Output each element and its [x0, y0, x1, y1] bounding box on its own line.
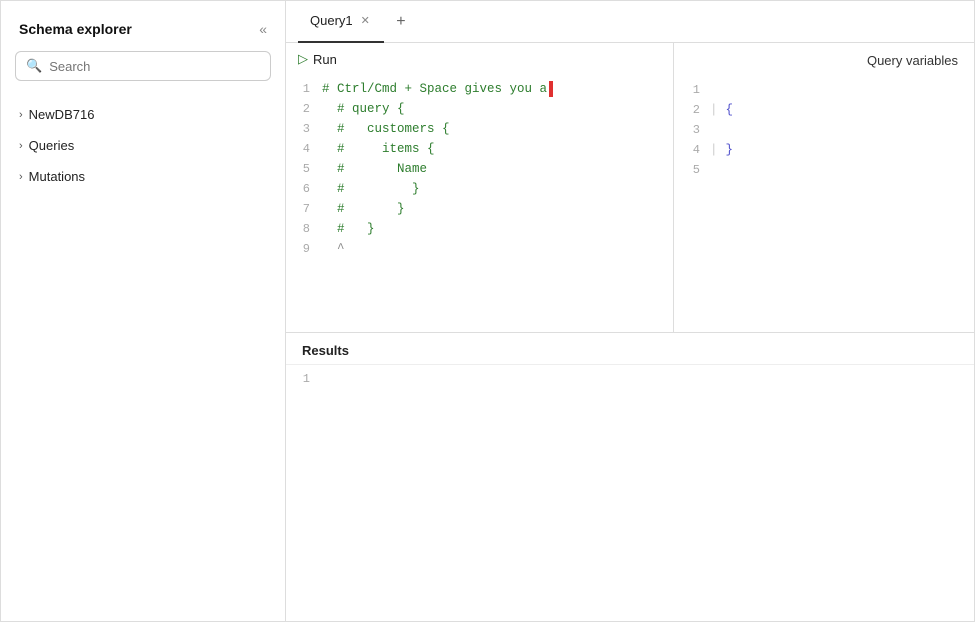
search-icon: 🔍: [26, 58, 42, 74]
line-content: ^: [322, 239, 673, 259]
search-box: 🔍: [15, 51, 271, 81]
qv-line-number: 3: [674, 120, 710, 140]
result-line-number: 1: [286, 369, 322, 389]
sidebar: Schema explorer « 🔍 › NewDB716 › Queries…: [1, 1, 286, 621]
sidebar-item-queries[interactable]: › Queries: [1, 130, 285, 161]
tabs-bar: Query1 ✕ +: [286, 1, 974, 43]
line-number: 7: [286, 199, 322, 219]
line-number: 3: [286, 119, 322, 139]
line-content: # customers {: [322, 119, 673, 139]
run-button[interactable]: ▷ Run: [298, 51, 337, 67]
chevron-right-icon: ›: [19, 140, 23, 152]
code-line: 5 # Name: [286, 159, 673, 179]
line-content: # query {: [322, 99, 673, 119]
results-title: Results: [286, 333, 974, 365]
tab-add-button[interactable]: +: [388, 9, 414, 35]
sidebar-item-label-newdb716: NewDB716: [29, 107, 95, 122]
sidebar-item-newdb716[interactable]: › NewDB716: [1, 99, 285, 130]
sidebar-title: Schema explorer: [19, 21, 132, 37]
line-content: # }: [322, 179, 673, 199]
sidebar-nav: › NewDB716 › Queries › Mutations: [1, 95, 285, 621]
code-editor[interactable]: 1# Ctrl/Cmd + Space gives you a2 # query…: [286, 75, 673, 332]
run-bar: ▷ Run: [286, 43, 673, 75]
line-number: 4: [286, 139, 322, 159]
line-content: # }: [322, 199, 673, 219]
code-line: 2 # query {: [286, 99, 673, 119]
qv-line-number: 2: [674, 100, 710, 120]
qv-content: }: [726, 140, 734, 160]
query-variables-code[interactable]: 12|{34|}5: [674, 76, 974, 332]
qv-line: 2|{: [674, 100, 974, 120]
editor-area: ▷ Run 1# Ctrl/Cmd + Space gives you a2 #…: [286, 43, 974, 333]
results-area: Results 1: [286, 333, 974, 622]
search-input[interactable]: [49, 59, 260, 74]
line-number: 8: [286, 219, 322, 239]
collapse-button[interactable]: «: [255, 19, 271, 39]
code-line: 7 # }: [286, 199, 673, 219]
query-variables-panel: Query variables 12|{34|}5: [674, 43, 974, 332]
query-variables-title: Query variables: [674, 43, 974, 76]
qv-line: 4|}: [674, 140, 974, 160]
qv-line-number: 4: [674, 140, 710, 160]
qv-content: {: [726, 100, 734, 120]
qv-line-number: 5: [674, 160, 710, 180]
chevron-right-icon: ›: [19, 171, 23, 183]
result-line: 1: [286, 369, 974, 389]
qv-line-number: 1: [674, 80, 710, 100]
tab-label-query1: Query1: [310, 13, 353, 28]
line-number: 5: [286, 159, 322, 179]
chevron-right-icon: ›: [19, 109, 23, 121]
error-indicator: [549, 81, 553, 97]
line-content: # Ctrl/Cmd + Space gives you a: [322, 79, 673, 99]
run-icon: ▷: [298, 51, 308, 67]
tab-query1[interactable]: Query1 ✕: [298, 1, 384, 43]
line-number: 2: [286, 99, 322, 119]
qv-line-sep: |: [710, 100, 726, 120]
code-line: 9 ^: [286, 239, 673, 259]
sidebar-item-label-queries: Queries: [29, 138, 75, 153]
sidebar-item-mutations[interactable]: › Mutations: [1, 161, 285, 192]
qv-line-sep: |: [710, 140, 726, 160]
line-number: 9: [286, 239, 322, 259]
sidebar-item-label-mutations: Mutations: [29, 169, 85, 184]
qv-line: 5: [674, 160, 974, 180]
line-number: 1: [286, 79, 322, 99]
line-content: # Name: [322, 159, 673, 179]
line-content: # }: [322, 219, 673, 239]
code-line: 8 # }: [286, 219, 673, 239]
code-line: 6 # }: [286, 179, 673, 199]
main-content: Query1 ✕ + ▷ Run 1# Ctrl/Cmd + Space giv…: [286, 1, 974, 621]
line-number: 6: [286, 179, 322, 199]
results-code[interactable]: 1: [286, 365, 974, 622]
qv-line: 1: [674, 80, 974, 100]
run-label: Run: [313, 52, 337, 67]
query-editor: ▷ Run 1# Ctrl/Cmd + Space gives you a2 #…: [286, 43, 674, 332]
tab-close-button[interactable]: ✕: [359, 13, 372, 28]
qv-line: 3: [674, 120, 974, 140]
code-line: 4 # items {: [286, 139, 673, 159]
sidebar-header: Schema explorer «: [1, 1, 285, 51]
code-line: 3 # customers {: [286, 119, 673, 139]
code-line: 1# Ctrl/Cmd + Space gives you a: [286, 79, 673, 99]
line-content: # items {: [322, 139, 673, 159]
caret-icon: ^: [322, 242, 345, 256]
